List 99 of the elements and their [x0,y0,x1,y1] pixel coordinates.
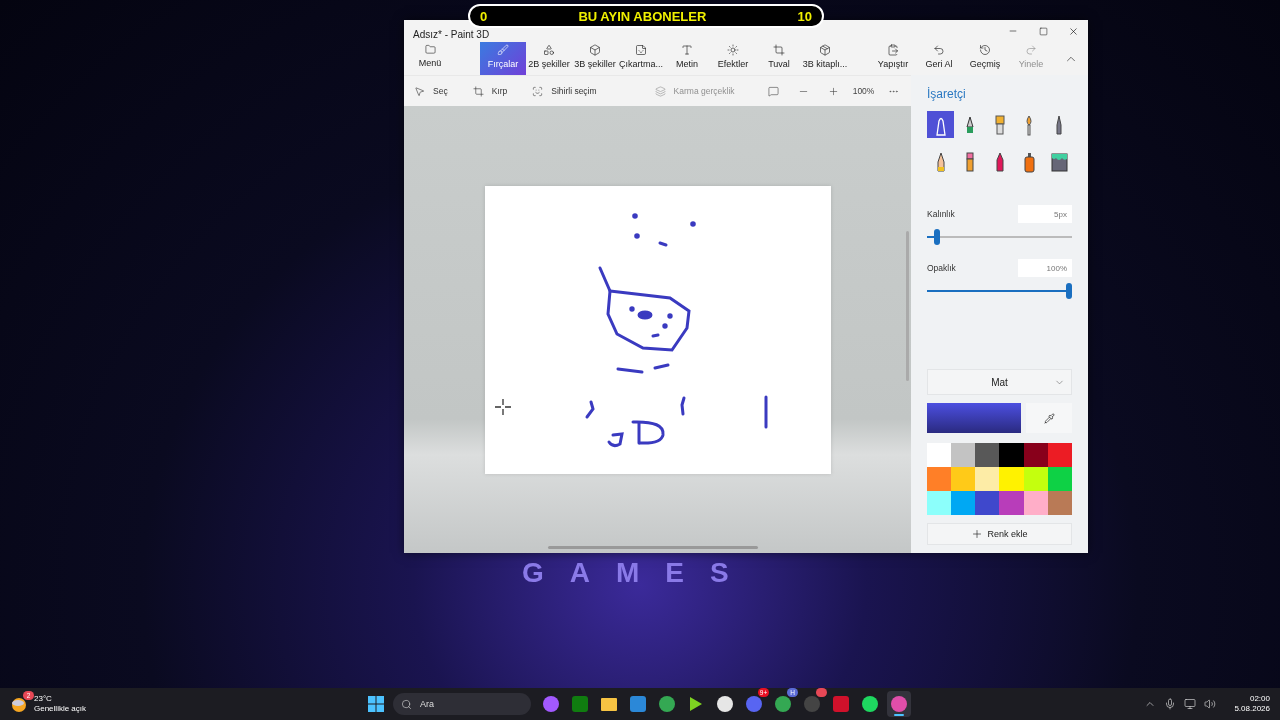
crosshair-cursor-icon [495,399,511,415]
finish-dropdown[interactable]: Mat [927,369,1072,395]
subtoolbar-button[interactable]: Sihirli seçim [532,85,597,97]
paintbrush-icon [995,115,1004,134]
toolbar-button[interactable]: Yapıştır [870,42,916,75]
color-swatch[interactable] [927,491,952,515]
add-color-button[interactable]: Renk ekle [927,523,1072,545]
folder-icon [424,44,436,55]
eraser-icon [966,152,974,171]
shapes-icon [543,44,555,56]
color-swatch[interactable] [951,443,976,467]
temperature: 23°C [34,694,53,704]
volume-icon[interactable] [1204,698,1217,710]
pen-icon [1056,115,1061,134]
undo-icon [933,44,945,56]
weather-text: Genellikle açık [34,704,87,714]
marker-icon [935,117,946,136]
crop-icon [472,85,484,97]
plus-icon [828,85,840,97]
color-swatch[interactable] [999,491,1024,515]
eyedropper-icon [1043,412,1055,424]
banner-count: 0 [480,8,488,24]
search-icon [401,698,412,710]
brush-button[interactable] [927,111,954,138]
toolbar-tab[interactable]: Metin [664,42,710,75]
clock-time[interactable]: 02:00 [1249,694,1270,704]
color-swatch[interactable] [975,467,1000,491]
color-swatch[interactable] [951,467,976,491]
color-swatch[interactable] [1047,443,1072,467]
subtoolbar-button[interactable]: Kırp [472,85,508,97]
paint-bucket-icon [1051,153,1067,171]
spray-can-icon [1024,152,1035,172]
close-icon [1067,25,1079,37]
pencil-icon [937,152,944,171]
weather-icon[interactable] [10,695,28,713]
opacity-field[interactable]: 100% [1018,259,1072,277]
sun-icon [727,44,739,56]
clipboard-icon [887,44,899,56]
windows-logo-icon [368,696,384,712]
color-swatch[interactable] [999,443,1024,467]
horizontal-scrollbar[interactable] [548,546,758,549]
maximize-icon [1038,26,1048,36]
taskbar-app[interactable] [887,691,911,717]
color-swatch[interactable] [975,443,1000,467]
toolbar-tab[interactable]: 2B şekiller [526,42,572,75]
watercolor-brush-icon [1026,115,1032,135]
toolbar-tab[interactable]: 3B kitaplı... [802,42,848,75]
toolbar-tab[interactable]: Efektler [710,42,756,75]
network-icon[interactable] [1184,698,1197,710]
banner-title: BU AYIN ABONELER [578,8,707,24]
color-swatch[interactable] [1047,467,1072,491]
toolbar-button[interactable]: Geri Al [916,42,962,75]
taskbar-search[interactable]: Ara [393,693,531,715]
pointer-icon [414,85,425,97]
pen-nib-icon [966,116,974,133]
text-icon [681,44,693,56]
eyedropper-button[interactable] [1026,403,1072,433]
color-swatch[interactable] [1023,443,1048,467]
crop-frame-icon [773,44,785,56]
color-swatch[interactable] [1023,467,1048,491]
color-swatch[interactable] [1047,491,1072,515]
color-swatch[interactable] [975,491,1000,515]
menu-button[interactable]: Menü [412,42,448,75]
drawing-canvas[interactable] [485,186,831,474]
color-swatch[interactable] [927,443,952,467]
slider-thumb[interactable] [933,229,940,245]
layers-icon [654,85,666,97]
toolbar-tab[interactable]: Fırçalar [480,42,526,75]
magic-select-icon [532,85,544,97]
toolbar-tab[interactable]: Tuval [756,42,802,75]
active-indicator [894,714,904,716]
brush-icon [497,44,509,56]
package-icon [819,44,831,56]
panel-title: İşaretçi [927,87,967,101]
speech-bubble-icon [768,85,780,97]
toolbar-tab[interactable]: Çıkartma... [618,42,664,75]
wallpaper-text: GAMES [522,557,755,589]
redo-icon [1025,44,1037,56]
microphone-icon[interactable] [1164,698,1177,710]
thickness-label: Kalınlık [927,209,955,219]
window-title: Adsız* - Paint 3D [413,28,490,40]
thickness-field[interactable]: 5px [1018,205,1072,223]
toolbar-tab[interactable]: 3B şekiller [572,42,618,75]
color-swatch[interactable] [927,467,952,491]
zoom-level[interactable]: 100% [848,86,879,96]
history-icon [979,44,991,56]
color-swatch[interactable] [1023,491,1048,515]
clock-date[interactable]: 5.08.2026 [1234,704,1270,714]
color-swatch[interactable] [999,467,1024,491]
crayon-icon [996,152,1003,171]
plus-icon [971,528,984,540]
slider-thumb[interactable] [1066,283,1072,299]
subtoolbar-button[interactable]: Seç [414,85,448,97]
color-swatch[interactable] [951,491,976,515]
toolbar-button[interactable]: Geçmiş [962,42,1008,75]
opacity-label: Opaklık [927,263,956,273]
sticker-icon [635,44,647,56]
cube-icon [589,44,601,56]
banner-count: 10 [797,8,812,24]
